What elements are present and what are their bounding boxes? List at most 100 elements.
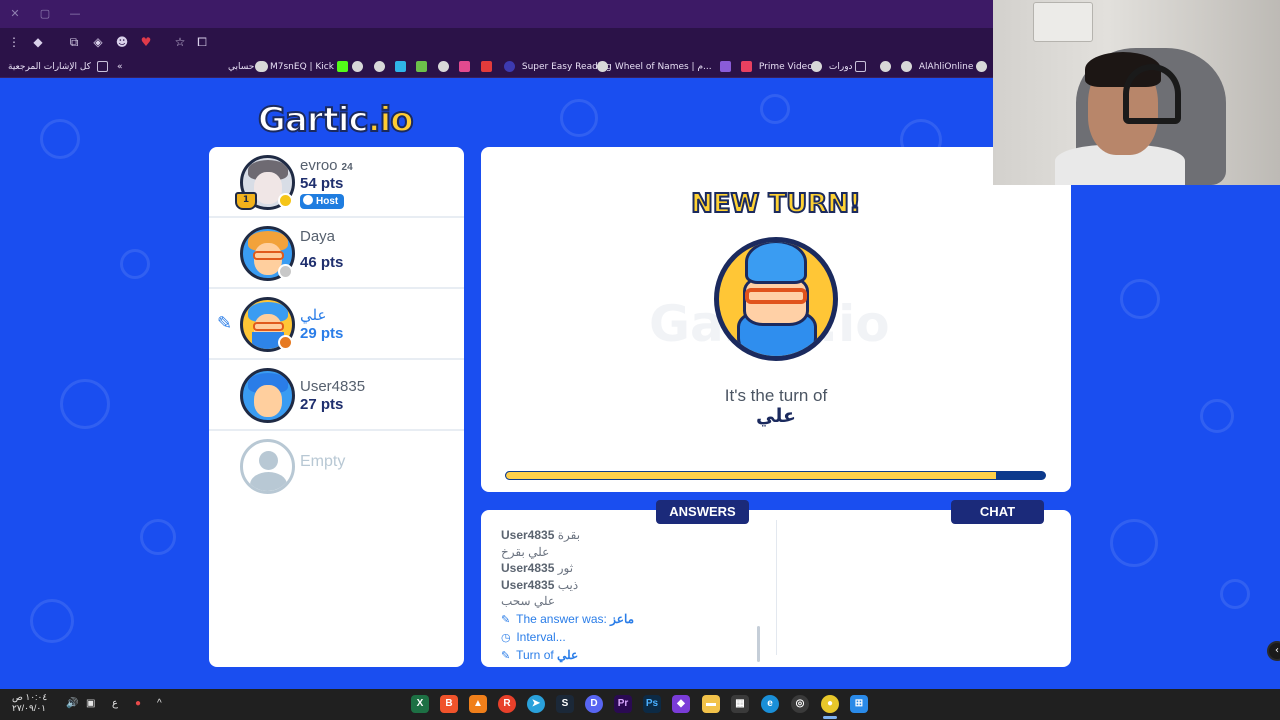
globe-icon <box>374 61 385 72</box>
excel-icon[interactable]: X <box>411 695 429 713</box>
system-message: ✎ The answer was: ماعز <box>501 610 756 628</box>
tray-chevron-icon[interactable]: ^ <box>157 694 162 714</box>
system-message: ✎ Turn of علي <box>501 646 756 664</box>
bookmark-super-easy[interactable]: Super Easy Reading <box>504 59 612 75</box>
avatar-face <box>254 385 282 417</box>
turn-player-avatar <box>714 237 838 361</box>
microphone-icon[interactable]: ● <box>135 694 141 714</box>
obs-icon[interactable]: ◎ <box>791 695 809 713</box>
bookmark-alahli[interactable]: AlAhliOnline <box>901 59 991 75</box>
bookmark-icon-i[interactable] <box>880 59 895 75</box>
bookmark-icon-d[interactable] <box>416 59 431 75</box>
status-dot <box>278 193 293 208</box>
minimize-window-icon[interactable]: — <box>68 7 82 21</box>
clock-icon: ◷ <box>501 631 511 644</box>
extension-icon[interactable]: ◆ <box>30 34 46 50</box>
language-indicator[interactable]: ع <box>112 694 118 714</box>
player-points: 54 pts <box>300 175 344 192</box>
photoshop-icon[interactable]: Ps <box>643 695 661 713</box>
answers-scrollbar[interactable] <box>757 626 760 662</box>
site-icon <box>395 61 406 72</box>
player-row-empty: Empty <box>209 431 464 502</box>
heart-icon[interactable]: ♥ <box>138 34 154 50</box>
discord-icon[interactable]: D <box>585 695 603 713</box>
store-icon[interactable]: ▦ <box>731 695 749 713</box>
avatar-hat <box>745 242 807 284</box>
webcam-overlay <box>993 0 1280 185</box>
panel-divider <box>776 520 777 655</box>
player-name: User4835 <box>300 378 366 395</box>
gartic-logo[interactable]: Gartic.io <box>257 99 418 142</box>
player-points: 46 pts <box>300 254 344 271</box>
answers-list: User4835 بقرة علي بقرخ User4835 ثور User… <box>501 527 756 664</box>
telegram-icon[interactable]: ➤ <box>527 695 545 713</box>
player-row[interactable]: Daya 46 pts <box>209 218 464 289</box>
bookmark-icon-f[interactable] <box>459 59 474 75</box>
avatar <box>240 368 295 423</box>
all-bookmarks[interactable]: كل الإشارات المرجعية <box>8 59 112 75</box>
bookmark-icon-b[interactable] <box>374 59 389 75</box>
premiere-icon[interactable]: Pr <box>614 695 632 713</box>
chrome-icon[interactable]: ● <box>821 695 839 713</box>
bookmark-icon-a[interactable] <box>352 59 367 75</box>
pencil-icon: ✎ <box>501 649 511 662</box>
close-window-icon[interactable]: ✕ <box>8 7 22 21</box>
bookmark-icon-e[interactable] <box>438 59 453 75</box>
files-icon[interactable]: ▬ <box>702 695 720 713</box>
bookmark-kick[interactable]: M7snEQ | Kick <box>255 59 352 75</box>
brave-icon[interactable]: B <box>440 695 458 713</box>
answers-chat-panel: User4835 بقرة علي بقرخ User4835 ثور User… <box>481 510 1071 667</box>
star-icon[interactable]: ☆ <box>172 34 188 50</box>
windows-icon[interactable]: ⊞ <box>850 695 868 713</box>
edge-icon[interactable]: e <box>761 695 779 713</box>
players-panel: 1 evroo 24 54 pts Host Daya 46 pts ✎ علي … <box>209 147 464 667</box>
bookmark-icon-g[interactable] <box>481 59 496 75</box>
globe-icon <box>352 61 363 72</box>
pencil-icon: ✎ <box>501 613 511 626</box>
maximize-window-icon[interactable]: ▢ <box>38 7 52 21</box>
answer-item: علي سحب <box>501 594 556 608</box>
player-row[interactable]: 1 evroo 24 54 pts Host <box>209 147 464 218</box>
menu-icon[interactable]: ⋮ <box>6 34 22 50</box>
speaker-icon[interactable]: 🔊 <box>66 694 78 714</box>
player-row-drawing[interactable]: ✎ علي 29 pts <box>209 289 464 360</box>
screenshot-icon[interactable]: ⧠ <box>194 34 210 50</box>
player-points: 27 pts <box>300 396 344 413</box>
globe-icon <box>976 61 988 72</box>
prime-icon <box>741 61 752 72</box>
answer-item: User4835 ذيب <box>501 577 579 592</box>
tab-chat[interactable]: CHAT <box>951 500 1044 524</box>
puzzle-icon[interactable]: ⧉ <box>66 34 82 50</box>
bookmark-prime[interactable]: Prime Video <box>741 59 813 75</box>
steam-icon[interactable]: S <box>556 695 574 713</box>
reddit-icon[interactable]: R <box>498 695 516 713</box>
canvas-panel[interactable]: Gartic.io NEW TURN! It's the turn of علي <box>481 147 1071 492</box>
bookmark-icon-h[interactable] <box>720 59 735 75</box>
bookmark-courses[interactable]: دورات <box>811 59 870 75</box>
download-icon <box>416 61 427 72</box>
system-message: ◷ Interval... <box>501 628 756 646</box>
avatar-icon[interactable]: ☻ <box>114 34 130 50</box>
empty-avatar-icon <box>240 439 295 494</box>
vlc-icon[interactable]: ▲ <box>469 695 487 713</box>
player-name: Daya <box>300 228 336 245</box>
network-icon[interactable]: ▣ <box>86 694 95 714</box>
folder-icon <box>855 61 867 72</box>
air-conditioner <box>1033 2 1093 42</box>
side-panel-icon[interactable]: ‹ <box>1267 641 1280 661</box>
bookmark-wheel[interactable]: Wheel of Names | م... <box>597 59 712 75</box>
trophy-icon: 1 <box>235 192 257 210</box>
clock[interactable]: ١٠:٠٤ ص ٢٧/٠٩/٠١ <box>12 692 47 714</box>
stream-icon[interactable]: ◆ <box>672 695 690 713</box>
bookmark-icon-c[interactable] <box>395 59 410 75</box>
globe-icon <box>811 61 822 72</box>
folder-icon <box>96 61 108 72</box>
player-row[interactable]: User4835 27 pts <box>209 360 464 431</box>
answer-item: علي بقرخ <box>501 544 550 559</box>
avatar-glasses <box>253 251 284 260</box>
gem-icon[interactable]: ◈ <box>90 34 106 50</box>
tab-answers[interactable]: ANSWERS <box>656 500 749 524</box>
globe-icon <box>255 61 266 72</box>
answer-item: User4835 ثور <box>501 561 574 575</box>
chevron-icon[interactable]: « <box>117 59 123 75</box>
